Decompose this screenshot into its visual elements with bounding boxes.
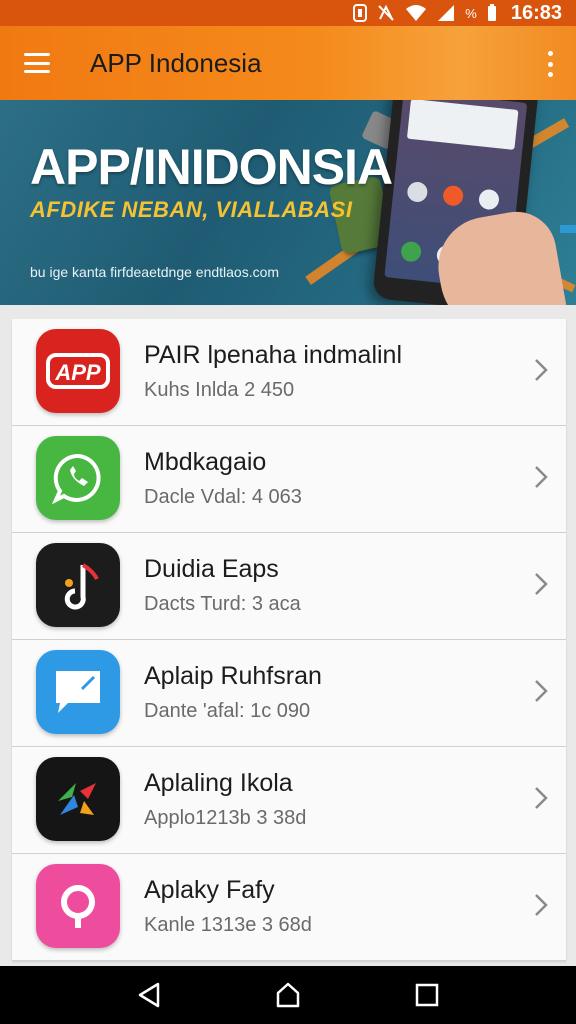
app-list: APP PAIR lpenaha indmalinl Kuhs Inlda 2 … [12,319,566,961]
back-button[interactable] [129,975,169,1015]
music-note-icon [36,543,120,627]
list-item[interactable]: APP PAIR lpenaha indmalinl Kuhs Inlda 2 … [12,319,566,426]
app-meta: Kanle 1313e 3 68d [144,914,312,936]
banner-url: bu ige kanta firfdeaetdnge endtlaos.com [30,264,280,280]
chevron-right-icon [535,573,548,595]
recents-icon [415,983,438,1007]
app-name: Mbdkagaio [144,448,267,476]
chevron-right-icon [535,894,548,916]
overflow-menu-button[interactable] [540,48,560,80]
home-icon [276,982,300,1008]
chevron-right-icon [535,359,548,381]
chevron-right-icon [535,787,548,809]
app-name: Aplaip Ruhfsran [144,662,322,690]
battery-icon [487,4,496,21]
list-item[interactable]: Aplaip Ruhfsran Dante 'afal: 1c 090 [12,640,566,747]
arrow-logo-icon [36,757,120,841]
list-item[interactable]: Aplaling Ikola Applo1213b 3 38d [12,747,566,854]
chevron-right-icon [535,680,548,702]
app-name: Duidia Eaps [144,555,279,583]
message-icon [36,650,120,734]
app-title: APP Indonesia [90,47,262,78]
battery-percent: % [465,5,477,21]
sim-icon [353,4,368,22]
no-signal-icon [378,4,394,21]
promo-banner[interactable]: APP/INIDONSIA AFDIKE NEBAN, VIALLABASI b… [0,100,576,305]
app-meta: Applo1213b 3 38d [144,807,307,829]
system-nav-bar [0,966,576,1024]
chevron-right-icon [535,466,548,488]
back-icon [139,982,160,1008]
list-item[interactable]: Duidia Eaps Dacts Turd: 3 aca [12,533,566,640]
app-bar: APP Indonesia [0,26,576,100]
app-meta: Dante 'afal: 1c 090 [144,700,311,722]
list-item[interactable]: Mbdkagaio Dacle Vdal: 4 063 [12,426,566,533]
recents-button[interactable] [407,975,447,1015]
clock: 16:83 [510,1,562,24]
app-meta: Dacts Turd: 3 aca [144,593,301,615]
banner-title: APP/INIDONSIA [30,139,393,195]
app-name: PAIR lpenaha indmalinl [144,341,403,369]
app-meta: Kuhs Inlda 2 450 [144,379,295,401]
cell-signal-icon [438,5,455,21]
app-name: Aplaky Fafy [144,876,275,904]
whatsapp-icon [36,436,120,520]
wifi-icon [406,5,427,21]
home-button[interactable] [268,975,308,1015]
hamburger-menu-icon [24,53,50,73]
menu-button[interactable] [0,26,74,100]
app-name: Aplaling Ikola [144,769,293,797]
svg-text:APP: APP [54,360,101,385]
q-logo-icon [36,864,120,948]
status-bar: % 16:83 [0,0,576,26]
app-logo-icon: APP [36,329,120,413]
app-meta: Dacle Vdal: 4 063 [144,486,302,508]
banner-decoration [560,225,576,233]
banner-subtitle: AFDIKE NEBAN, VIALLABASI [30,197,353,222]
list-item[interactable]: Aplaky Fafy Kanle 1313e 3 68d [12,854,566,961]
